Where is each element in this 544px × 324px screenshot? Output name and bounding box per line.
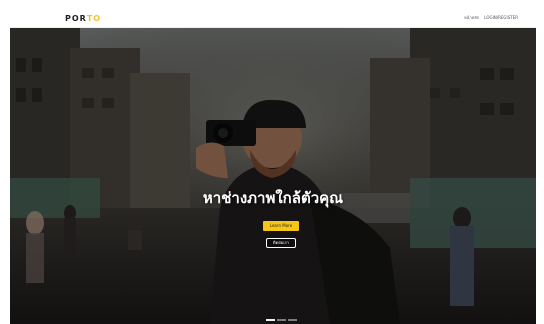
nav-link-login-register[interactable]: LOGIN/REGISTER [484, 14, 518, 22]
hero-overlay [10, 28, 536, 324]
carousel-indicator-1[interactable] [266, 319, 275, 321]
brand-logo-part2: TO [86, 13, 102, 23]
page: POR TO หน้าหลัก LOGIN/REGISTER หาช่างภาพ… [0, 0, 544, 324]
navbar: POR TO หน้าหลัก LOGIN/REGISTER [10, 9, 536, 28]
learn-more-button[interactable]: Learn More [263, 221, 299, 231]
hero-carousel: หาช่างภาพใกล้ตัวคุณ Learn More ติดต่อเรา [10, 28, 536, 324]
carousel-indicators [266, 319, 297, 321]
carousel-indicator-2[interactable] [277, 319, 286, 321]
contact-us-button[interactable]: ติดต่อเรา [266, 238, 296, 248]
brand-logo-part1: POR [65, 13, 87, 23]
hero-headline: หาช่างภาพใกล้ตัวคุณ [202, 189, 344, 207]
carousel-indicator-3[interactable] [288, 319, 297, 321]
nav-link-home[interactable]: หน้าหลัก [464, 14, 479, 22]
nav-links: หน้าหลัก LOGIN/REGISTER [464, 14, 518, 22]
brand-logo[interactable]: POR TO [65, 12, 101, 24]
